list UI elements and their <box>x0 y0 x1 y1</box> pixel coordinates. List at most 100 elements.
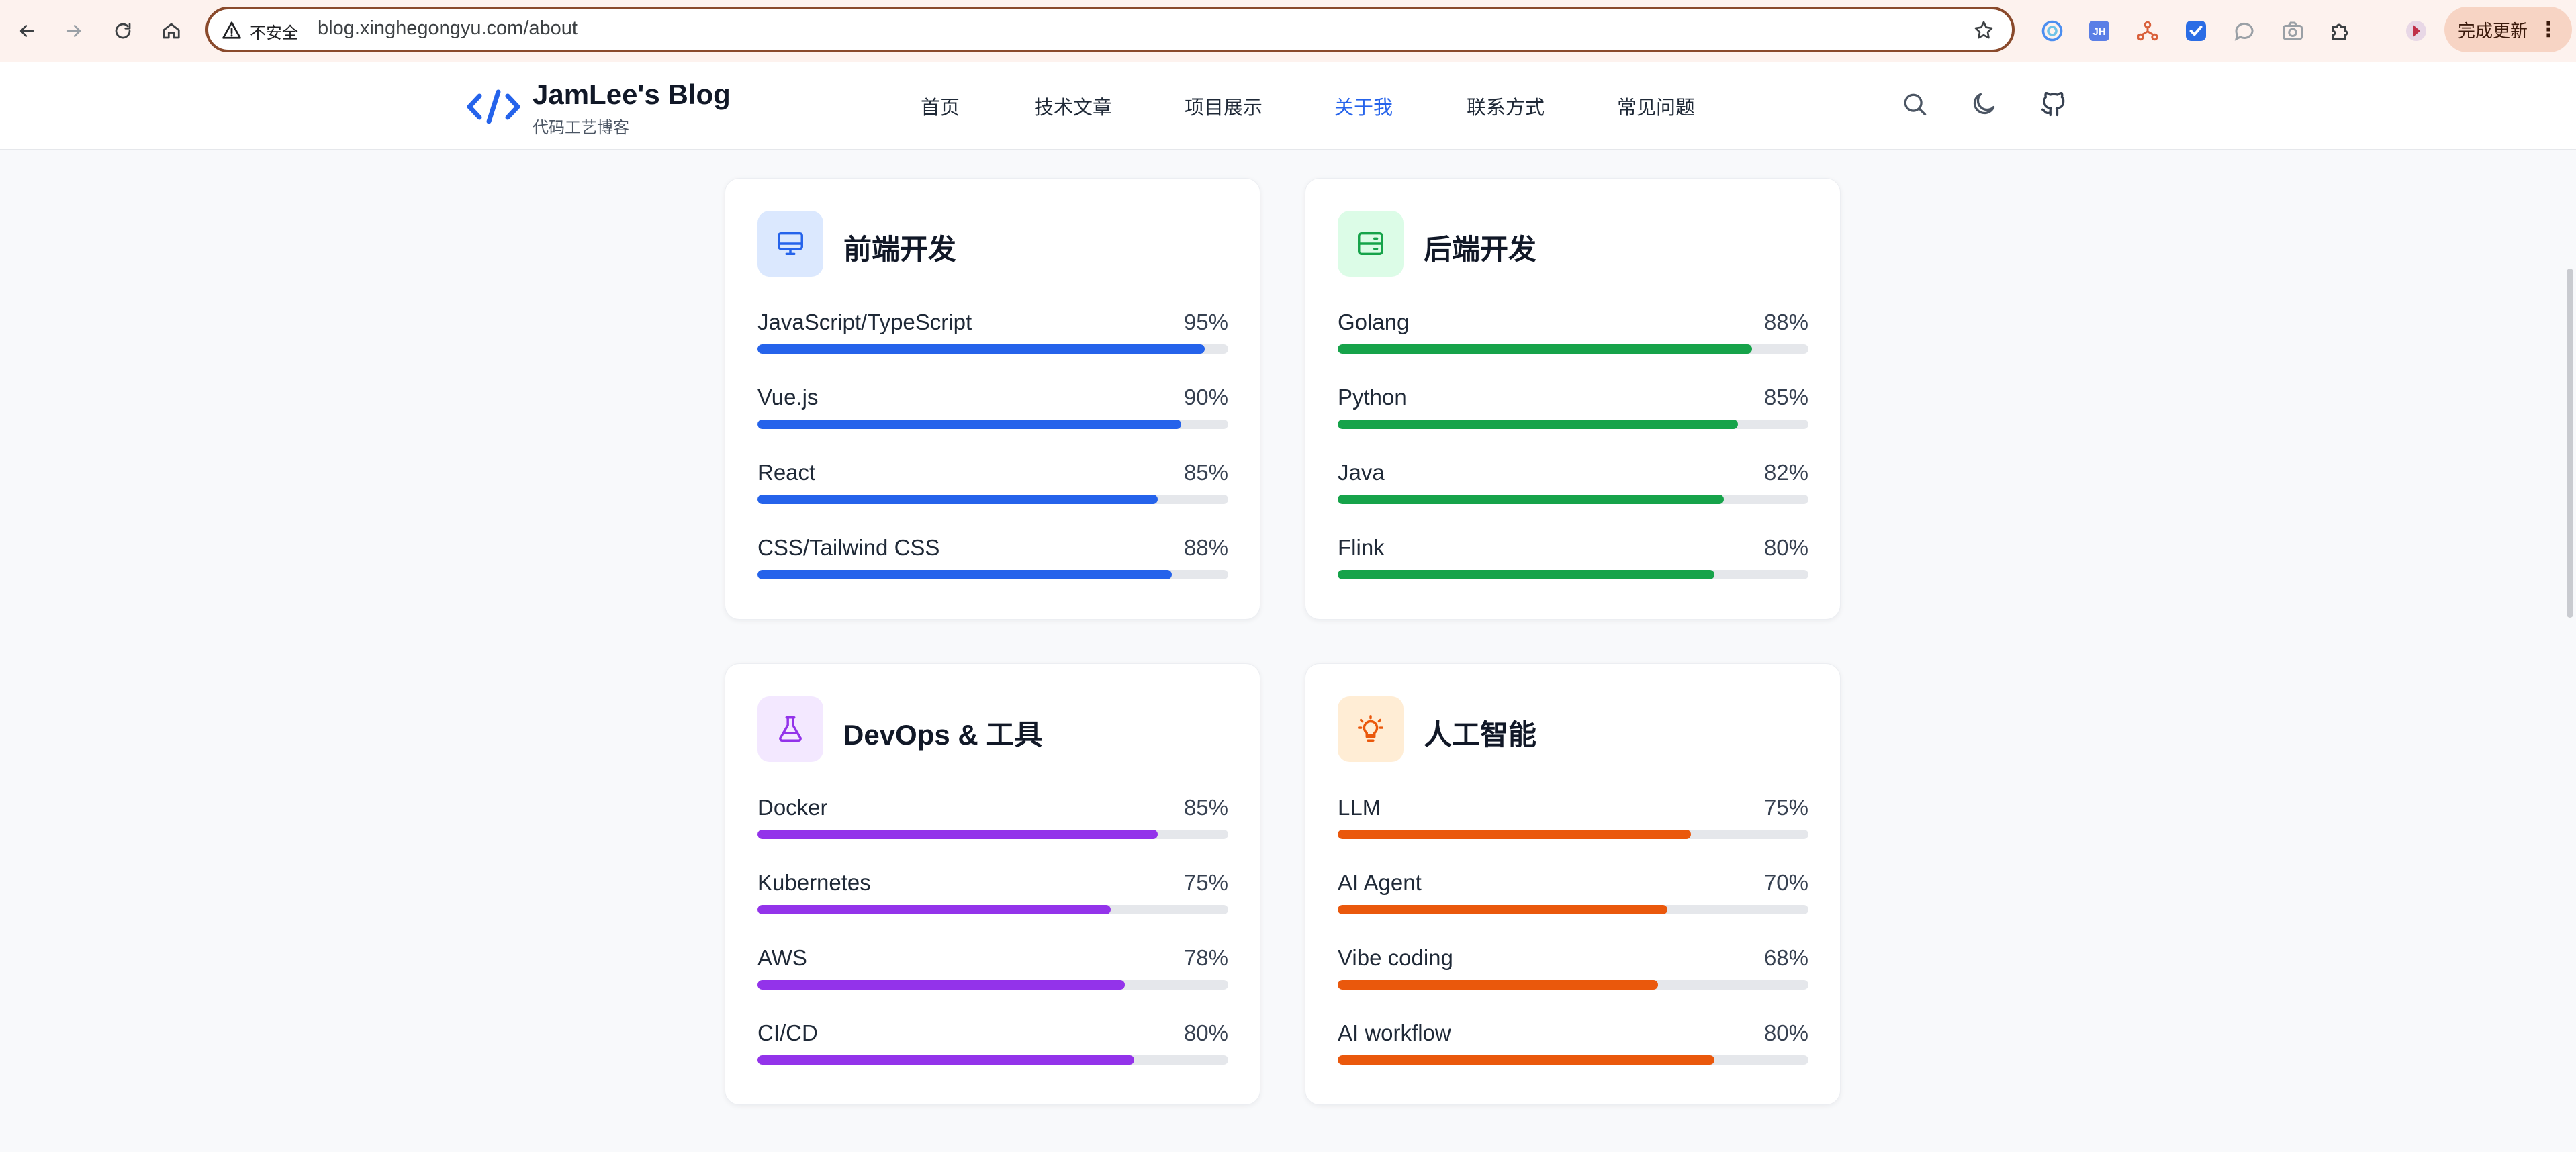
moon-icon[interactable] <box>1969 89 1998 119</box>
skill-row: JavaScript/TypeScript 95% <box>757 309 1228 354</box>
progress-track <box>757 570 1228 579</box>
camera-icon[interactable] <box>2279 17 2306 44</box>
chat-bubble-icon[interactable] <box>2231 17 2258 44</box>
skill-percent: 80% <box>1763 535 1808 560</box>
nav-contact[interactable]: 联系方式 <box>1467 92 1545 120</box>
progress-track <box>1338 980 1808 990</box>
card-title: DevOps & 工具 <box>843 719 1043 751</box>
skill-row: AI Agent 70% <box>1338 870 1808 914</box>
lightbulb-icon <box>1358 715 1383 742</box>
more-menu-icon[interactable]: ⋮ <box>2538 18 2559 42</box>
nav-faq[interactable]: 常见问题 <box>1617 92 1695 120</box>
card-icon-box <box>1338 696 1404 762</box>
skill-row: LLM 75% <box>1338 795 1808 839</box>
nav-articles[interactable]: 技术文章 <box>1034 92 1112 120</box>
progress-track <box>757 420 1228 429</box>
skill-percent: 75% <box>1763 795 1808 820</box>
skill-percent: 80% <box>1183 1020 1228 1045</box>
card-title: 人工智能 <box>1424 719 1537 751</box>
address-bar[interactable]: 不安全 blog.xinghegongyu.com/about <box>205 7 2015 52</box>
forward-button[interactable] <box>58 15 90 47</box>
skill-percent: 68% <box>1763 945 1808 970</box>
skill-row: Flink 80% <box>1338 535 1808 579</box>
jh-extension-icon[interactable]: JH <box>2086 17 2113 44</box>
progress-track <box>757 1055 1228 1065</box>
progress-track <box>1338 830 1808 839</box>
copilot-icon[interactable] <box>2039 17 2066 44</box>
skill-percent: 80% <box>1763 1020 1808 1045</box>
code-logo-icon[interactable] <box>466 87 521 127</box>
reload-icon <box>115 23 131 39</box>
skill-percent: 85% <box>1183 460 1228 485</box>
card-icon-box <box>757 696 823 762</box>
progress-fill <box>1338 830 1691 839</box>
skill-name: Python <box>1338 385 1407 410</box>
home-button[interactable] <box>155 15 187 47</box>
skill-percent: 88% <box>1763 309 1808 334</box>
skill-name: Flink <box>1338 535 1385 560</box>
progress-fill <box>757 570 1172 579</box>
security-chip[interactable]: 不安全 <box>250 19 298 43</box>
skill-name: React <box>757 460 816 485</box>
skill-row: AI workflow 80% <box>1338 1020 1808 1065</box>
nav-home[interactable]: 首页 <box>921 92 960 120</box>
skill-name: Java <box>1338 460 1385 485</box>
skill-row: Golang 88% <box>1338 309 1808 354</box>
skill-percent: 78% <box>1183 945 1228 970</box>
nav-about[interactable]: 关于我 <box>1334 92 1393 120</box>
monitor-icon <box>778 232 803 256</box>
flask-icon <box>779 716 802 742</box>
svg-text:JH: JH <box>2092 26 2105 38</box>
profile-avatar[interactable] <box>2403 17 2430 44</box>
progress-fill <box>757 830 1158 839</box>
skill-row: Vue.js 90% <box>757 385 1228 429</box>
skill-name: CSS/Tailwind CSS <box>757 535 940 560</box>
skill-percent: 70% <box>1763 870 1808 895</box>
skill-name: JavaScript/TypeScript <box>757 309 972 334</box>
search-icon[interactable] <box>1900 89 1929 119</box>
skill-row: Kubernetes 75% <box>757 870 1228 914</box>
skill-row: CI/CD 80% <box>757 1020 1228 1065</box>
nav-projects[interactable]: 项目展示 <box>1185 92 1262 120</box>
reload-button[interactable] <box>107 15 139 47</box>
back-button[interactable] <box>11 15 43 47</box>
skill-name: Docker <box>757 795 828 820</box>
skill-percent: 85% <box>1183 795 1228 820</box>
skill-name: AI Agent <box>1338 870 1422 895</box>
card-icon-box <box>757 211 823 277</box>
progress-fill <box>1338 905 1667 914</box>
server-icon <box>1358 232 1383 256</box>
progress-track <box>757 905 1228 914</box>
update-button[interactable]: 完成更新 ⋮ <box>2444 7 2572 52</box>
puzzle-icon[interactable] <box>2328 17 2354 44</box>
checkmark-extension-icon[interactable] <box>2182 17 2209 44</box>
browser-toolbar: 不安全 blog.xinghegongyu.com/about JH 完成更新 … <box>0 0 2576 62</box>
bookmark-star-icon[interactable] <box>1973 19 1994 41</box>
progress-track <box>1338 495 1808 504</box>
skill-row: AWS 78% <box>757 945 1228 990</box>
url-text[interactable]: blog.xinghegongyu.com/about <box>318 17 578 40</box>
progress-track <box>1338 570 1808 579</box>
skill-row: React 85% <box>757 460 1228 504</box>
site-title[interactable]: JamLee's Blog <box>533 79 731 111</box>
progress-track <box>1338 420 1808 429</box>
progress-fill <box>757 420 1181 429</box>
progress-fill <box>757 980 1125 990</box>
arrow-right-icon <box>66 25 81 37</box>
skill-row: Vibe coding 68% <box>1338 945 1808 990</box>
progress-fill <box>1338 570 1714 579</box>
network-icon[interactable] <box>2134 17 2161 44</box>
progress-fill <box>757 905 1111 914</box>
card-title: 前端开发 <box>843 234 957 265</box>
github-icon[interactable] <box>2039 89 2068 119</box>
skill-name: Vue.js <box>757 385 819 410</box>
skill-name: AWS <box>757 945 807 970</box>
progress-fill <box>757 344 1205 354</box>
progress-track <box>757 344 1228 354</box>
skill-name: Vibe coding <box>1338 945 1453 970</box>
skill-name: Kubernetes <box>757 870 871 895</box>
progress-track <box>1338 344 1808 354</box>
skill-row: Docker 85% <box>757 795 1228 839</box>
page-scrollbar[interactable] <box>2567 269 2573 618</box>
skill-percent: 85% <box>1763 385 1808 410</box>
